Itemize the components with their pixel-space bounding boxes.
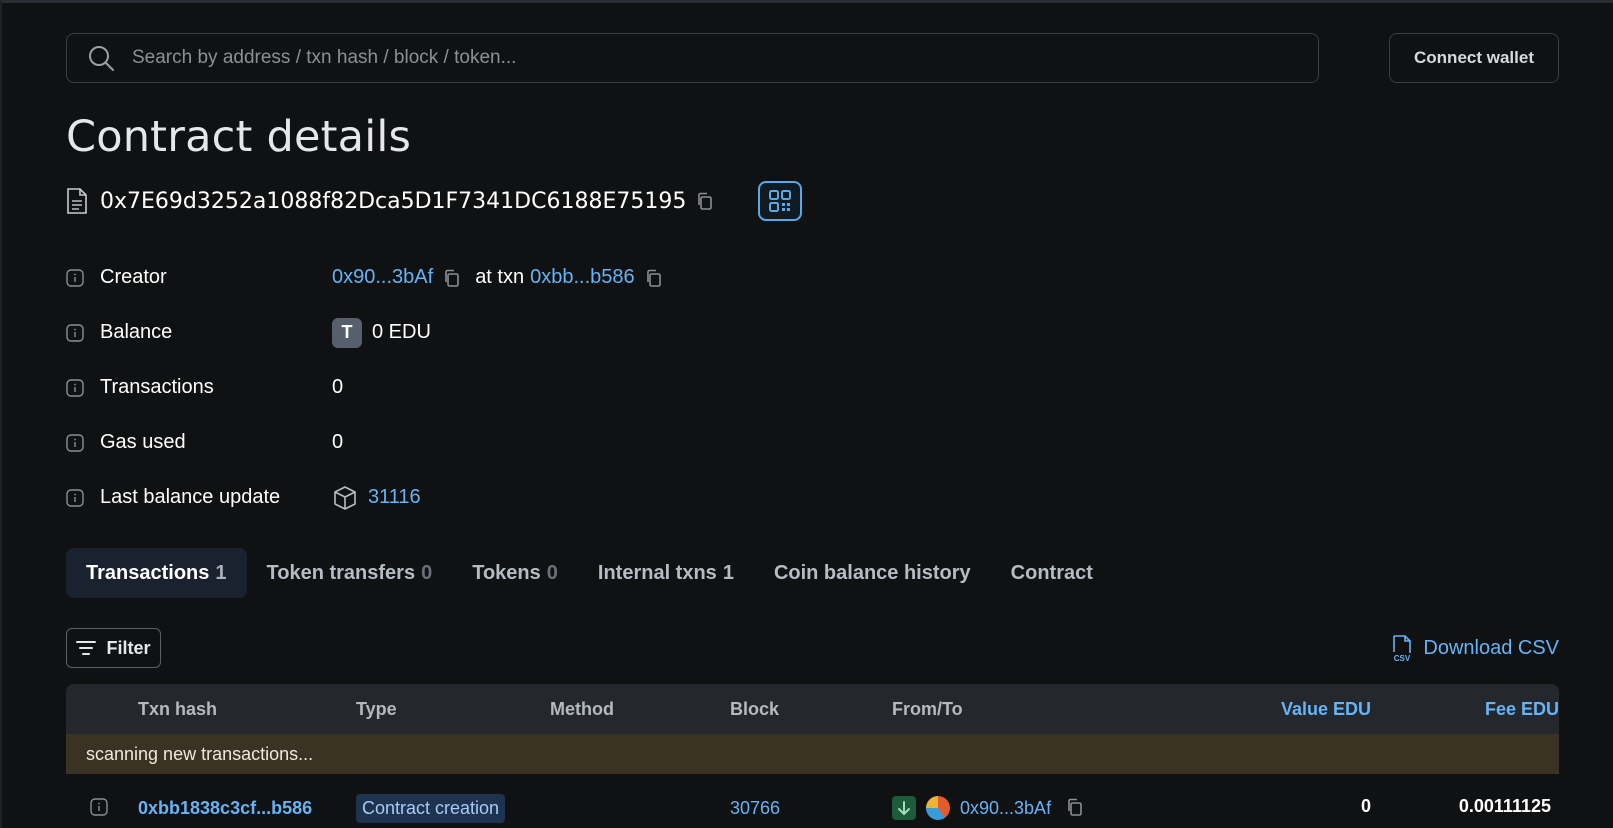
detail-row-gas-used: Gas used 0 bbox=[66, 415, 966, 470]
copy-icon[interactable] bbox=[1066, 798, 1084, 816]
tab-count: 1 bbox=[722, 561, 734, 584]
detail-row-last-balance-update: Last balance update 31116 bbox=[66, 470, 966, 525]
type-badge: Contract creation bbox=[356, 794, 506, 823]
detail-row-creator: Creator 0x90...3bAf at txn 0xbb...b586 bbox=[66, 250, 966, 305]
tab-internal-txns[interactable]: Internal txns 1 bbox=[578, 548, 754, 598]
tab-contract[interactable]: Contract bbox=[991, 548, 1113, 598]
tab-tokens[interactable]: Tokens 0 bbox=[452, 548, 578, 598]
qr-code-icon bbox=[769, 190, 792, 212]
contract-details-list: Creator 0x90...3bAf at txn 0xbb...b586 B… bbox=[66, 250, 966, 525]
tab-label: Coin balance history bbox=[773, 561, 971, 584]
tab-label: Transactions bbox=[86, 561, 210, 584]
incoming-arrow-icon bbox=[892, 796, 916, 820]
info-icon[interactable] bbox=[66, 488, 84, 507]
filter-label: Filter bbox=[106, 637, 151, 658]
block-link[interactable]: 31116 bbox=[368, 486, 421, 509]
tab-coin-balance-history[interactable]: Coin balance history bbox=[754, 548, 991, 598]
fee-cell: 0.00111125 bbox=[1458, 796, 1551, 816]
copy-icon[interactable] bbox=[443, 269, 461, 287]
column-header-from-to: From/To bbox=[892, 699, 963, 719]
detail-label: Gas used bbox=[100, 431, 186, 453]
detail-label: Transactions bbox=[100, 376, 214, 398]
search-input[interactable] bbox=[132, 47, 1318, 69]
table-header: Txn hash Type Method Block From/To Value… bbox=[66, 684, 1559, 734]
balance-value: 0 EDU bbox=[372, 321, 431, 343]
value-cell: 0 bbox=[1360, 796, 1371, 816]
copy-icon[interactable] bbox=[696, 192, 714, 210]
tab-label: Internal txns bbox=[597, 561, 717, 584]
column-header-method: Method bbox=[550, 699, 614, 719]
block-link[interactable]: 30766 bbox=[730, 798, 780, 819]
from-address-link[interactable]: 0x90...3bAf bbox=[960, 798, 1051, 819]
search-bar[interactable] bbox=[66, 33, 1319, 83]
detail-value: 31116 bbox=[332, 485, 421, 511]
info-icon[interactable] bbox=[90, 798, 108, 816]
detail-row-transactions: Transactions 0 bbox=[66, 360, 966, 415]
detail-value: 0x90...3bAf at txn 0xbb...b586 bbox=[332, 266, 663, 289]
column-header-fee[interactable]: Fee EDU bbox=[1485, 699, 1559, 720]
tab-label: Token transfers bbox=[266, 561, 416, 584]
tab-count: 1 bbox=[215, 561, 227, 584]
page-title: Contract details bbox=[66, 112, 412, 162]
tab-count: 0 bbox=[546, 561, 558, 584]
detail-label: Last balance update bbox=[100, 486, 281, 508]
creator-txn-link[interactable]: 0xbb...b586 bbox=[530, 266, 635, 289]
column-header-type: Type bbox=[356, 699, 397, 719]
detail-row-balance: Balance T 0 EDU bbox=[66, 305, 966, 360]
tab-label: Tokens bbox=[472, 561, 541, 584]
download-csv-link[interactable]: CSV Download CSV bbox=[1391, 632, 1559, 664]
qr-code-button[interactable] bbox=[758, 181, 803, 221]
contract-address-row: 0x7E69d3252a1088f82Dca5D1F7341DC6188E751… bbox=[66, 181, 803, 221]
tab-transactions[interactable]: Transactions 1 bbox=[66, 548, 247, 598]
tab-bar: Transactions 1 Token transfers 0 Tokens … bbox=[66, 548, 1113, 598]
txn-hash-link[interactable]: 0xbb1838c3cf...b586 bbox=[138, 798, 312, 819]
detail-value: 0 bbox=[332, 376, 344, 398]
block-cube-icon bbox=[334, 485, 356, 510]
column-header-block: Block bbox=[730, 699, 780, 719]
info-icon[interactable] bbox=[66, 378, 84, 397]
column-header-value[interactable]: Value EDU bbox=[1281, 699, 1371, 720]
detail-label: Balance bbox=[100, 321, 173, 343]
contract-address: 0x7E69d3252a1088f82Dca5D1F7341DC6188E751… bbox=[100, 188, 687, 214]
document-icon bbox=[67, 188, 87, 214]
search-icon bbox=[89, 46, 114, 71]
transactions-table: Txn hash Type Method Block From/To Value… bbox=[66, 684, 1559, 828]
connect-wallet-button[interactable]: Connect wallet bbox=[1389, 33, 1559, 83]
info-icon[interactable] bbox=[66, 323, 84, 342]
csv-file-icon: CSV bbox=[1393, 635, 1411, 662]
detail-value: T 0 EDU bbox=[332, 317, 431, 348]
table-row: 0xbb1838c3cf...b586 Contract creation 30… bbox=[66, 774, 1559, 828]
address-avatar bbox=[926, 796, 950, 820]
tab-count: 0 bbox=[421, 561, 433, 584]
main-content: Connect wallet Contract details 0x7E69d3… bbox=[66, 0, 1559, 828]
csv-label: Download CSV bbox=[1423, 636, 1559, 659]
scanning-banner: scanning new transactions... bbox=[66, 734, 1559, 774]
tab-label: Contract bbox=[1010, 561, 1093, 584]
detail-label: Creator bbox=[100, 266, 167, 288]
filter-button[interactable]: Filter bbox=[66, 628, 161, 668]
detail-value: 0 bbox=[332, 431, 344, 453]
copy-icon[interactable] bbox=[645, 269, 663, 287]
token-icon: T bbox=[332, 317, 362, 348]
info-icon[interactable] bbox=[66, 433, 84, 452]
svg-text:CSV: CSV bbox=[1394, 654, 1411, 662]
tab-token-transfers[interactable]: Token transfers 0 bbox=[247, 548, 453, 598]
info-icon[interactable] bbox=[66, 268, 84, 287]
at-txn-text: at txn bbox=[475, 266, 525, 288]
creator-address-link[interactable]: 0x90...3bAf bbox=[332, 266, 433, 289]
column-header-txn-hash: Txn hash bbox=[138, 699, 218, 719]
filter-icon bbox=[76, 641, 97, 655]
